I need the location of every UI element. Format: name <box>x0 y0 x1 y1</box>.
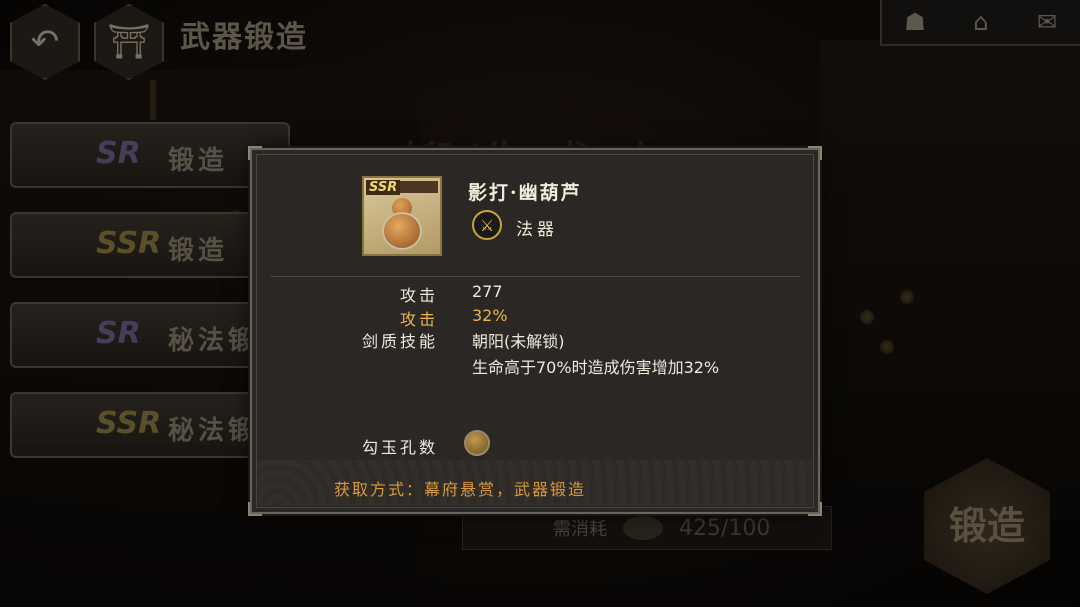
divider <box>270 276 800 277</box>
item-type: 法器 <box>516 220 558 240</box>
skill-name: 朝阳(未解锁) <box>472 332 565 351</box>
corner-ornament <box>248 146 262 160</box>
item-detail-modal: SSR 影打·幽葫芦 ⚔ 法器 攻击 277 攻击 32% 剑质技能 朝阳(未解… <box>248 146 822 516</box>
item-type-icon: ⚔ <box>472 210 502 240</box>
stat-label-attack-bonus: 攻击 <box>399 310 438 329</box>
item-portrait: SSR <box>362 176 442 256</box>
acquire-method: 获取方式：幕府悬赏，武器锻造 <box>334 480 587 499</box>
stat-value-attack: 277 <box>472 282 503 301</box>
rarity-badge: SSR <box>366 180 401 195</box>
slots-label: 勾玉孔数 <box>361 438 438 457</box>
rarity-strip <box>396 181 438 193</box>
corner-ornament <box>808 146 822 160</box>
stat-value-attack-bonus: 32% <box>472 306 508 325</box>
gourd-icon-body <box>382 212 422 250</box>
stat-label-attack: 攻击 <box>399 286 438 305</box>
skill-description: 生命高于70%时造成伤害增加32% <box>472 358 720 377</box>
item-name: 影打·幽葫芦 <box>468 182 582 204</box>
magatama-slot-icon <box>464 430 490 456</box>
skill-label: 剑质技能 <box>361 332 438 351</box>
